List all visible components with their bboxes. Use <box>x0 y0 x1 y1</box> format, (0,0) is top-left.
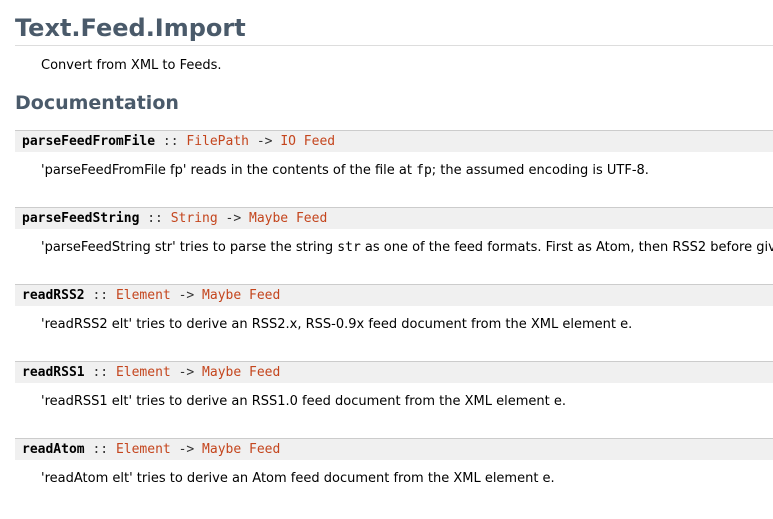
doc-readAtom: 'readAtom elt' tries to derive an Atom f… <box>41 471 555 486</box>
decl-readAtom: readAtom :: Element -> Maybe Feed <box>15 438 773 460</box>
arrow-operator: -> <box>178 365 195 380</box>
arrow-operator: -> <box>178 442 195 457</box>
doc-readRSS2: 'readRSS2 elt' tries to derive an RSS2.x… <box>41 317 633 332</box>
type-link-arg[interactable]: Element <box>116 288 171 303</box>
type-link-return[interactable]: Maybe Feed <box>202 288 280 303</box>
doc-text: 'parseFeedFromFile fp' reads in the cont… <box>41 163 417 178</box>
arrow-operator: -> <box>225 211 242 226</box>
function-name: parseFeedFromFile <box>22 134 156 149</box>
decl-parseFeedFromFile: parseFeedFromFile :: FilePath -> IO Feed <box>15 130 773 152</box>
type-separator: :: <box>92 442 109 457</box>
doc-code: fp <box>416 163 432 178</box>
doc-code: str <box>337 240 361 255</box>
function-name: readRSS1 <box>22 365 85 380</box>
type-separator: :: <box>162 134 179 149</box>
title-divider <box>15 45 773 46</box>
doc-readRSS1: 'readRSS1 elt' tries to derive an RSS1.0… <box>41 394 566 409</box>
type-link-arg[interactable]: Element <box>116 365 171 380</box>
function-name: readAtom <box>22 442 85 457</box>
type-separator: :: <box>147 211 163 226</box>
decl-parseFeedString: parseFeedString :: String -> Maybe Feed <box>15 207 773 229</box>
section-heading-documentation: Documentation <box>15 92 179 114</box>
type-separator: :: <box>92 288 109 303</box>
doc-text: ; the assumed encoding is UTF-8. <box>431 163 649 178</box>
arrow-operator: -> <box>256 134 273 149</box>
arrow-operator: -> <box>178 288 195 303</box>
function-name: readRSS2 <box>22 288 85 303</box>
doc-parseFeedFromFile: 'parseFeedFromFile fp' reads in the cont… <box>41 162 773 180</box>
type-link-return[interactable]: Maybe Feed <box>202 365 280 380</box>
doc-text: as one of the feed formats. First as Ato… <box>360 240 773 255</box>
type-separator: :: <box>92 365 109 380</box>
module-title: Text.Feed.Import <box>15 14 246 42</box>
function-name: parseFeedString <box>22 211 140 226</box>
type-link-return[interactable]: Maybe Feed <box>202 442 280 457</box>
type-link-arg[interactable]: FilePath <box>186 134 249 149</box>
type-link-return[interactable]: Maybe Feed <box>249 211 327 226</box>
decl-readRSS1: readRSS1 :: Element -> Maybe Feed <box>15 361 773 383</box>
doc-parseFeedString: 'parseFeedString str' tries to parse the… <box>41 239 773 257</box>
type-link-arg[interactable]: String <box>171 211 218 226</box>
doc-text: 'parseFeedString str' tries to parse the… <box>41 240 338 255</box>
decl-readRSS2: readRSS2 :: Element -> Maybe Feed <box>15 284 773 306</box>
type-link-return[interactable]: IO Feed <box>280 134 335 149</box>
type-link-arg[interactable]: Element <box>116 442 171 457</box>
module-description: Convert from XML to Feeds. <box>41 58 222 73</box>
